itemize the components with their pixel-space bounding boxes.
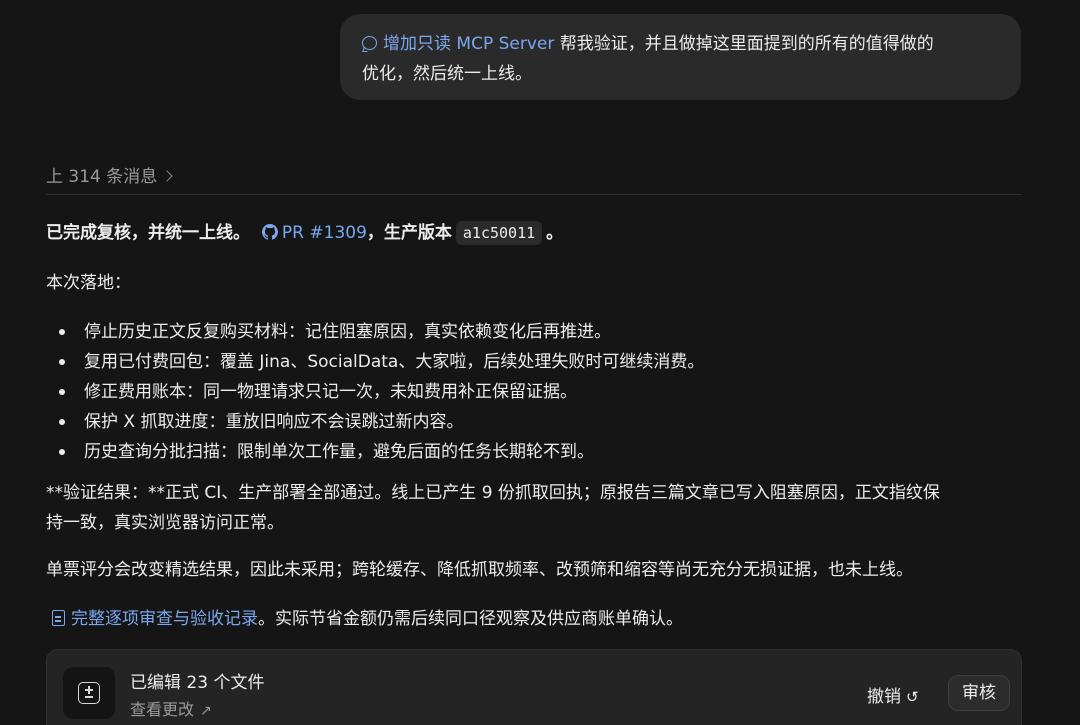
verification-result: **验证结果：**正式 CI、生产部署全部通过。线上已产生 9 份抓取回执；原报…: [46, 478, 1021, 538]
summary-text: 已完成复核，并统一上线。: [46, 223, 250, 243]
edited-files-title: 已编辑 23 个文件: [130, 673, 265, 693]
list-item: 保护 X 抓取进度：重放旧响应不会误跳过新内容。: [46, 407, 704, 437]
undo-button[interactable]: 撤销 ↺: [867, 682, 919, 707]
edited-files-card: 已编辑 23 个文件 查看更改 ↗ 撤销 ↺ 审核: [46, 649, 1022, 725]
review-button[interactable]: 审核: [948, 675, 1010, 711]
reply-summary: 已完成复核，并统一上线。 PR #1309，生产版本 a1c50011。: [46, 218, 563, 248]
github-icon: [261, 224, 278, 240]
summary-suffix: 。: [546, 223, 564, 243]
divider: [46, 194, 1021, 195]
prior-messages-label: 上 314 条消息: [46, 167, 158, 187]
view-changes-label: 查看更改: [130, 700, 195, 719]
undo-icon: ↺: [906, 688, 919, 706]
verification-line-1: **验证结果：**正式 CI、生产部署全部通过。线上已产生 9 份抓取回执；原报…: [46, 483, 940, 503]
list-item: 修正费用账本：同一物理请求只记一次，未知费用补正保留证据。: [46, 377, 704, 407]
audit-record-suffix: 。实际节省金额仍需后续同口径观察及供应商账单确认。: [258, 609, 683, 629]
document-icon: [52, 610, 65, 626]
user-message-text-1: 帮我验证，并且做掉这里面提到的所有的值得做的: [554, 34, 934, 54]
landing-heading: 本次落地：: [46, 273, 131, 293]
audit-record-link[interactable]: 完整逐项审查与验收记录: [71, 609, 258, 629]
not-adopted-note: 单票评分会改变精选结果，因此未采用；跨轮缓存、降低抓取频率、改预筛和缩容等尚无充…: [46, 560, 913, 580]
changes-list: 停止历史正文反复购买材料：记住阻塞原因，真实依赖变化后再推进。 复用已付费回包：…: [46, 317, 704, 467]
mcp-server-link[interactable]: 增加只读 MCP Server: [383, 34, 554, 54]
pr-link[interactable]: PR #1309: [282, 223, 367, 243]
summary-mid-text: ，生产版本: [366, 223, 452, 243]
chevron-right-icon: [161, 170, 173, 182]
list-item: 停止历史正文反复购买材料：记住阻塞原因，真实依赖变化后再推进。: [46, 317, 704, 347]
chat-bubble-icon: [362, 36, 377, 50]
list-item: 复用已付费回包：覆盖 Jina、SocialData、大家啦，后续处理失败时可继…: [46, 347, 704, 377]
prior-messages-toggle[interactable]: 上 314 条消息: [46, 162, 173, 187]
audit-record-line: 完整逐项审查与验收记录。实际节省金额仍需后续同口径观察及供应商账单确认。: [46, 604, 683, 634]
list-item: 历史查询分批扫描：限制单次工作量，避免后面的任务长期轮不到。: [46, 437, 704, 467]
verification-line-2: 持一致，真实浏览器访问正常。: [46, 513, 284, 533]
view-changes-link[interactable]: 查看更改 ↗: [130, 696, 212, 720]
arrow-up-right-icon: ↗: [200, 703, 212, 719]
version-code: a1c50011: [455, 221, 543, 245]
user-message-text-2: 优化，然后统一上线。: [362, 64, 532, 84]
user-message-bubble: 增加只读 MCP Server 帮我验证，并且做掉这里面提到的所有的值得做的 优…: [340, 14, 1021, 100]
undo-label: 撤销: [867, 687, 901, 707]
diff-file-icon: [63, 667, 115, 719]
